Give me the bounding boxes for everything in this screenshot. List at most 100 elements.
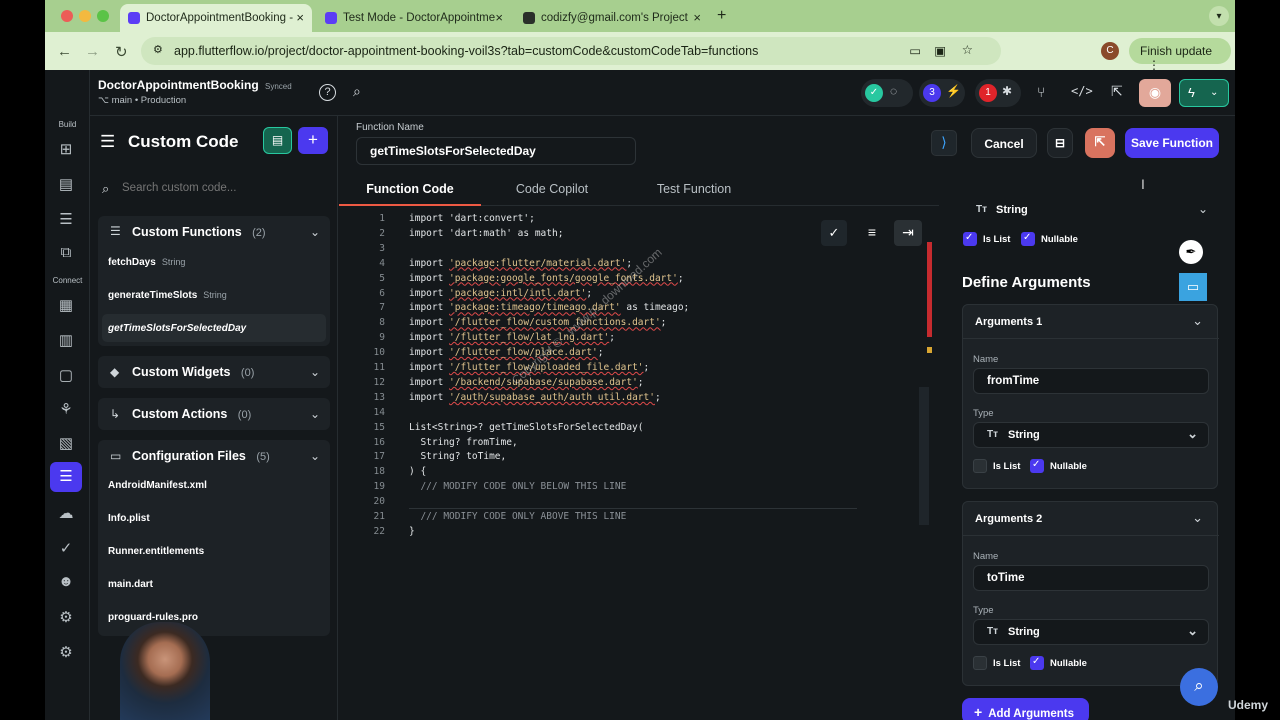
finish-update-button[interactable]: Finish update ⋮	[1129, 38, 1231, 72]
argument-is-list-checkbox[interactable]	[973, 459, 987, 473]
tab-search-chevron-icon[interactable]: ▾	[1209, 6, 1229, 26]
tab-function-code[interactable]: Function Code	[339, 172, 481, 206]
check-format-icon[interactable]: ✓	[821, 220, 847, 246]
app-header: DoctorAppointmentBooking Synced ⌥ main •…	[45, 70, 1235, 116]
close-tab-icon[interactable]: ×	[495, 10, 503, 25]
settings-icon[interactable]: ⚙	[56, 643, 76, 661]
media-assets-icon[interactable]: ▧	[56, 434, 76, 452]
address-bar[interactable]: ⚙ app.flutterflow.io/project/doctor-appo…	[141, 37, 1001, 65]
agents-icon[interactable]: ☻	[56, 573, 76, 591]
argument-header[interactable]: Arguments 1 ⌄	[963, 305, 1219, 339]
close-window-button[interactable]	[61, 10, 73, 22]
close-tab-icon[interactable]: ×	[296, 10, 304, 25]
argument-is-list-checkbox[interactable]	[973, 656, 987, 670]
chat-support-icon[interactable]: ⌕	[1180, 668, 1218, 706]
help-icon[interactable]: ?	[319, 84, 336, 101]
align-center-icon[interactable]: ≡	[859, 220, 885, 246]
config-file-item[interactable]: AndroidManifest.xml	[108, 480, 207, 491]
profile-avatar[interactable]: C	[1101, 42, 1119, 60]
tasks-pill[interactable]: 3 ⚡	[919, 79, 965, 107]
indent-icon[interactable]: ⇥	[894, 220, 922, 246]
add-custom-code-button[interactable]: +	[298, 127, 328, 154]
code-scrollbar[interactable]	[919, 387, 929, 525]
star-icon[interactable]: ☆	[962, 42, 973, 57]
config-file-item[interactable]: main.dart	[108, 579, 153, 590]
search-custom-code[interactable]: ⌕	[98, 176, 330, 204]
config-file-item[interactable]: Runner.entitlements	[108, 546, 204, 557]
configuration-files-header[interactable]: ▭ Configuration Files (5) ⌄	[98, 440, 330, 470]
database-icon[interactable]: ▦	[56, 296, 76, 314]
bookmark-page-icon[interactable]: ▭	[909, 43, 921, 58]
browser-tab-1[interactable]: DoctorAppointmentBooking - ×	[120, 4, 312, 32]
custom-code-icon[interactable]: ☰	[50, 462, 82, 492]
components-icon[interactable]: ⧉	[56, 244, 76, 262]
tab-code-copilot[interactable]: Code Copilot	[481, 172, 623, 206]
widget-tree-icon[interactable]: ☰	[56, 210, 76, 228]
add-arguments-button[interactable]: + Add Arguments	[962, 698, 1089, 720]
config-file-item[interactable]: proguard-rules.pro	[108, 612, 198, 623]
custom-functions-header[interactable]: ☰ Custom Functions (2) ⌄	[98, 216, 330, 246]
forward-arrow-icon[interactable]: →	[85, 43, 100, 60]
branching-icon[interactable]: ⑂	[1037, 84, 1045, 100]
preview-eye-icon[interactable]: ◉	[1139, 79, 1171, 107]
minimize-window-button[interactable]	[79, 10, 91, 22]
status-pill[interactable]: ✓ ◌	[861, 79, 913, 107]
return-type-dropdown[interactable]: Tт String ⌄	[962, 200, 1218, 222]
cast-icon[interactable]: ▣	[934, 43, 946, 58]
function-name-input[interactable]	[356, 137, 636, 165]
pen-tool-icon[interactable]: ✒	[1179, 240, 1203, 264]
open-external-icon[interactable]: ⇱	[1111, 83, 1123, 100]
code-view-icon[interactable]: </>	[1071, 84, 1093, 98]
file-view-button[interactable]: ▤	[263, 127, 292, 154]
argument-type-dropdown[interactable]: Tт String ⌄	[973, 619, 1209, 645]
new-tab-button[interactable]: +	[717, 7, 726, 25]
cancel-button[interactable]: Cancel	[971, 128, 1037, 158]
argument-name-input[interactable]: toTime	[973, 565, 1209, 591]
branch-selector[interactable]: ⌥ main • Production	[98, 95, 186, 106]
save-function-button[interactable]: Save Function	[1125, 128, 1219, 158]
compare-icon[interactable]: ⊟	[1047, 128, 1073, 158]
browser-tab-2[interactable]: Test Mode - DoctorAppointme ×	[317, 4, 511, 32]
tab-test-function[interactable]: Test Function	[623, 172, 765, 206]
search-input[interactable]	[122, 182, 322, 194]
run-mode-button[interactable]: ϟ ⌄	[1179, 79, 1229, 107]
back-arrow-icon[interactable]: ←	[57, 43, 72, 60]
function-item[interactable]: generateTimeSlots String	[108, 290, 227, 301]
function-item[interactable]: fetchDays String	[108, 257, 185, 268]
add-page-icon[interactable]: ⊞	[56, 140, 76, 158]
tests-icon[interactable]: ✓	[56, 539, 76, 557]
argument-nullable-checkbox[interactable]: ✓	[1030, 459, 1044, 473]
return-nullable-checkbox[interactable]: ✓	[1021, 232, 1035, 246]
tab-title: DoctorAppointmentBooking -	[146, 12, 294, 24]
argument-nullable-checkbox[interactable]: ✓	[1030, 656, 1044, 670]
line-number: 8	[379, 317, 385, 329]
environment-name: Production	[140, 95, 187, 106]
issues-pill[interactable]: 1 ✱	[975, 79, 1021, 107]
drawing-tool-icon[interactable]: ▭	[1179, 273, 1207, 301]
search-icon[interactable]: ⌕	[353, 83, 361, 100]
reload-icon[interactable]: ↻	[115, 43, 128, 61]
integrations-icon[interactable]: ⚙	[56, 608, 76, 626]
argument-name-input[interactable]: fromTime	[973, 368, 1209, 394]
cloud-functions-icon[interactable]: ☁	[56, 504, 76, 522]
api-calls-icon[interactable]: ▢	[56, 366, 76, 384]
config-file-item[interactable]: Info.plist	[108, 513, 150, 524]
argument-type-dropdown[interactable]: Tт String ⌄	[973, 422, 1209, 448]
code-editor[interactable]: 1 import 'dart:convert'; 2 import 'dart:mat…	[339, 212, 939, 720]
argument-header[interactable]: Arguments 2 ⌄	[963, 502, 1219, 536]
close-tab-icon[interactable]: ×	[693, 10, 701, 25]
site-settings-icon[interactable]: ⚙	[153, 43, 163, 56]
storyboard-icon[interactable]: ▤	[56, 175, 76, 193]
text-type-icon: Tт	[987, 626, 999, 637]
browser-tab-3[interactable]: codizfy@gmail.com's Project ×	[515, 4, 709, 32]
function-item-selected[interactable]: getTimeSlotsForSelectedDay	[102, 314, 326, 342]
section-custom-actions[interactable]: ↳ Custom Actions (0) ⌄	[98, 398, 330, 430]
return-is-list-checkbox[interactable]: ✓	[963, 232, 977, 246]
maximize-window-button[interactable]	[97, 10, 109, 22]
open-external-icon[interactable]: ⇱	[1085, 128, 1115, 158]
section-custom-widgets[interactable]: ◆ Custom Widgets (0) ⌄	[98, 356, 330, 388]
code-line: 4 import 'package:flutter/material.dart';	[355, 258, 632, 269]
theme-icon[interactable]: ⚘	[56, 400, 76, 418]
app-state-icon[interactable]: ▥	[56, 331, 76, 349]
vscode-icon[interactable]: ⟩	[931, 130, 957, 156]
